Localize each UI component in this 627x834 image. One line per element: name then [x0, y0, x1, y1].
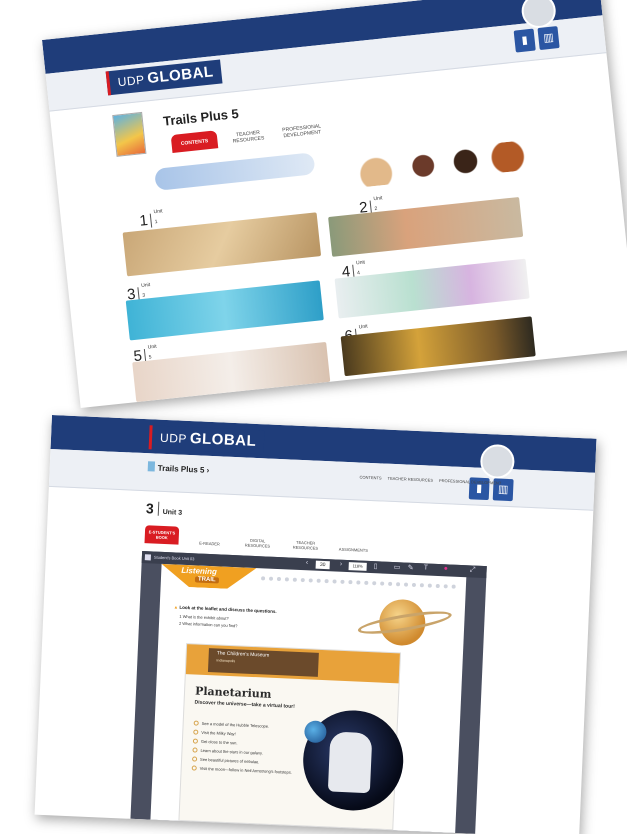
tab-digital-resources[interactable]: DIGITAL RESOURCES: [240, 537, 274, 549]
instruction: ▲ Look at the leaflet and discuss the qu…: [174, 604, 277, 613]
smiling-boy-image: [328, 196, 524, 257]
children-faces-image: [354, 140, 527, 188]
checklist-item: Visit the moon—follow in Neil Armstrong'…: [191, 765, 312, 775]
feather-headdress-image: [340, 316, 536, 377]
grid-icon[interactable]: [144, 554, 152, 561]
text-tool-icon[interactable]: T: [424, 564, 429, 571]
page-number-input[interactable]: 30: [315, 560, 330, 570]
circle-bullet-icon: [192, 756, 198, 762]
banner-subtitle: TRAIL: [194, 576, 219, 584]
circle-bullet-icon: [192, 747, 198, 753]
checklist-item: See a model of the Hubble Telescope.: [193, 720, 270, 729]
book-cover-image: [112, 111, 147, 157]
contents-screenshot: UDPGLOBAL ▮ ▥ Trails Plus 5 CONTENTS TEA…: [42, 0, 627, 408]
museum-city: Indianapolis: [216, 658, 236, 664]
circle-bullet-icon: [192, 738, 199, 744]
circle-bullet-icon: [193, 720, 199, 726]
child-astronaut-photo: [327, 731, 373, 794]
tab-e-reader[interactable]: E-READER: [192, 540, 226, 547]
tab-contents[interactable]: CONTENTS: [170, 130, 219, 153]
tab-teacher-resources[interactable]: TEACHER RESOURCES: [288, 539, 322, 551]
checklist-text: Get close to the sun.: [200, 738, 238, 746]
unit-tabs: E-STUDENT'S BOOK E-READER DIGITAL RESOUR…: [144, 525, 371, 553]
library-icon[interactable]: ▥: [537, 26, 560, 51]
ebook-screenshot: UDP GLOBAL ▮ ▥ Trails Plus 5 › CONTENTS T…: [34, 415, 597, 834]
document-name: Student's Book Unit 03: [153, 554, 195, 562]
fit-page-icon[interactable]: ▯: [374, 562, 378, 570]
unit-title: Unit 3: [162, 508, 183, 517]
unit-label: Unit 1: [153, 208, 163, 226]
folder-icon[interactable]: ▮: [513, 28, 536, 53]
unit-label: Unit 8: [360, 379, 370, 397]
book-icon: [147, 461, 156, 472]
question-2: 2 What information can you find?: [178, 620, 238, 629]
unit-number: 3: [145, 500, 155, 517]
circle-bullet-icon: [191, 765, 197, 771]
instruction-text: Look at the leaflet and discuss the ques…: [179, 604, 277, 614]
checklist-item: Learn about the stars in our galaxy.: [192, 747, 263, 756]
book-page: Listening TRAIL ▲ Look at the leaflet an…: [150, 563, 467, 833]
unit-number: 1: [138, 211, 149, 230]
next-page-icon[interactable]: ›: [340, 561, 343, 568]
pen-icon[interactable]: ✎: [408, 564, 414, 572]
nav-contents[interactable]: CONTENTS: [359, 474, 381, 480]
unit-separator: [150, 213, 153, 228]
checklist-item: See beautiful pictures of nebulae.: [192, 756, 260, 764]
unit-separator: [157, 501, 160, 516]
swimmer-image: [125, 280, 324, 341]
leaflet-subheading: Discover the universe—take a virtual tou…: [194, 699, 295, 710]
comment-icon[interactable]: ▭: [394, 563, 401, 571]
tab-e-students-book[interactable]: E-STUDENT'S BOOK: [144, 525, 180, 545]
checklist-text: See a model of the Hubble Telescope.: [201, 720, 270, 729]
zoom-select[interactable]: 118%: [348, 562, 367, 571]
leaflet-heading: Planetarium: [194, 684, 272, 701]
fullscreen-icon[interactable]: ⤢: [469, 566, 475, 574]
decorative-divider: [260, 576, 456, 589]
checklist-item: Visit the Milky Way!: [193, 729, 236, 736]
checklist-text: Learn about the stars in our galaxy.: [200, 747, 263, 756]
girl-image: [132, 341, 331, 403]
unit-number: 8: [345, 383, 356, 402]
book-title: Trails Plus 5: [162, 105, 240, 129]
tab-assignments[interactable]: ASSIGNMENTS: [336, 547, 370, 553]
unit-separator: [357, 384, 360, 399]
checklist-text: Visit the moon—follow in Neil Armstrong'…: [199, 765, 293, 775]
tab-professional-development[interactable]: PROFESSIONAL DEVELOPMENT: [278, 119, 326, 142]
unit-heading: 3 Unit 3: [145, 500, 183, 517]
checklist-text: See beautiful pictures of nebulae.: [200, 756, 260, 765]
highlighter-icon[interactable]: ●: [444, 565, 449, 572]
circle-bullet-icon: [193, 729, 199, 735]
question-1: 1 What is the exhibit about?: [179, 613, 229, 621]
banner-title: Listening: [181, 565, 218, 577]
ebook-viewer: Student's Book Unit 03 ‹ 30 › 118% ▯ ▭ ✎…: [130, 551, 487, 834]
tab-teacher-resources[interactable]: TEACHER RESOURCES: [224, 125, 272, 148]
udp-global-logo[interactable]: UDPGLOBAL: [148, 425, 265, 455]
checklist-item: Get close to the sun.: [192, 738, 238, 746]
prev-page-icon[interactable]: ‹: [306, 559, 309, 566]
skateboard-image: [154, 152, 316, 191]
checklist-text: Visit the Milky Way!: [201, 729, 236, 737]
